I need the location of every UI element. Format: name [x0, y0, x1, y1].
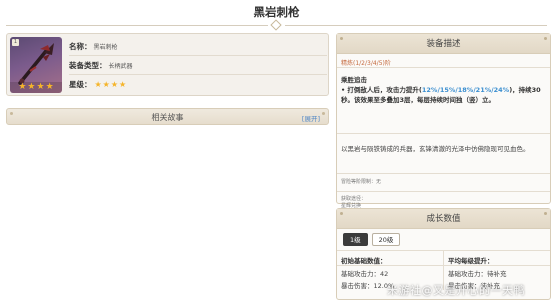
name-key: 名称：: [69, 41, 92, 51]
star-icon: ★: [27, 82, 36, 92]
panel-title: 装备描述: [426, 39, 461, 49]
type-value: 长柄武器: [108, 62, 133, 70]
item-card: 1 ★ ★ ★ ★ 名称： 黑岩刺枪 装备类型： 长柄武器 星级： ★ ★ ★ …: [6, 33, 329, 96]
related-story-bar[interactable]: 相关故事 [展开]: [6, 108, 329, 125]
star-icon: ★: [119, 80, 127, 89]
base-atk: 基础攻击力：42: [341, 270, 389, 278]
per-level-atk: 基础攻击力：待补充: [448, 270, 507, 278]
adventure-rank-limit: 冒险等阶限制：无: [337, 174, 550, 192]
star-icon: ★: [102, 80, 110, 89]
weapon-image: 1 ★ ★ ★ ★: [10, 37, 62, 93]
watermark: 米游社@又是开心的一天鸭: [387, 284, 525, 297]
type-key: 装备类型：: [69, 60, 107, 70]
page-title: 黑岩刺枪: [253, 5, 300, 19]
related-story-label: 相关故事: [151, 113, 184, 122]
name-value: 黑岩刺枪: [93, 43, 118, 51]
title-divider: [6, 19, 547, 31]
star-icon: ★: [36, 82, 45, 92]
item-rarity-row: 星级： ★ ★ ★ ★: [69, 75, 327, 94]
refinement-levels[interactable]: 精炼(1/2/3/4/5)阶: [337, 54, 550, 68]
panel-header: 成长数值: [337, 209, 550, 229]
level-1-button[interactable]: 1级: [343, 233, 368, 246]
effect-values: 12%/15%/18%/21%/24%: [421, 86, 510, 94]
rarity-stars: ★ ★ ★ ★: [95, 80, 127, 89]
passive-name: 乘胜追击: [341, 76, 367, 84]
level-selector: 1级 20级: [337, 229, 550, 251]
item-badge: 1: [12, 39, 19, 46]
item-name-row: 名称： 黑岩刺枪: [69, 37, 327, 56]
panel-header: 装备描述: [337, 34, 550, 54]
rarity-key: 星级：: [69, 80, 92, 89]
star-icon: ★: [94, 80, 102, 89]
base-stats-heading: 初始基础数值：: [337, 251, 443, 266]
per-level-heading: 平均每级提升：: [444, 251, 550, 266]
star-icon: ★: [18, 82, 27, 92]
expand-link[interactable]: [展开]: [302, 113, 320, 123]
item-type-row: 装备类型： 长柄武器: [69, 56, 327, 75]
star-icon: ★: [45, 82, 54, 92]
lore-text: 以黑岩与陨铁铸成的兵器，玄锋清澈的光泽中仿佛隐现可见血色。: [337, 134, 550, 174]
star-icon: ★: [110, 80, 119, 89]
panel-title: 成长数值: [426, 214, 461, 224]
item-info: 名称： 黑岩刺枪 装备类型： 长柄武器 星级： ★ ★ ★ ★: [69, 37, 327, 94]
equipment-description-panel: 装备描述 精炼(1/2/3/4/5)阶 乘胜追击 • 打倒敌人后，攻击力提升(1…: [336, 33, 551, 209]
level-20-button[interactable]: 20级: [371, 233, 401, 246]
passive-effect: 乘胜追击 • 打倒敌人后，攻击力提升(12%/15%/18%/21%/24%)，…: [337, 68, 550, 134]
passive-description: • 打倒敌人后，攻击力提升(12%/15%/18%/21%/24%)，持续30秒…: [341, 86, 541, 104]
image-rarity-stars: ★ ★ ★ ★: [10, 82, 62, 93]
source-label: 获取途径：: [341, 196, 367, 202]
